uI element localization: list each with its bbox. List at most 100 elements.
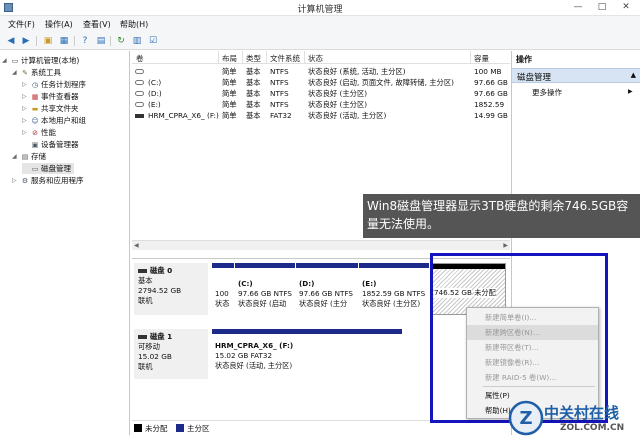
table-row[interactable]: HRM_CPRA_X6_ (F:) 简单 基本 FAT32 状态良好 (活动, …	[132, 110, 510, 121]
menu-action[interactable]: 操作(A)	[45, 19, 73, 30]
disk0-label[interactable]: 磁盘 0 基本 2794.52 GB 联机	[134, 263, 208, 315]
column-header-layout[interactable]: 布局	[222, 53, 237, 64]
actions-section-header[interactable]: 磁盘管理 ▲	[512, 68, 640, 83]
column-divider[interactable]	[266, 51, 267, 64]
forward-icon[interactable]: ▶	[20, 35, 32, 47]
collapse-icon[interactable]: ◢	[2, 57, 9, 64]
column-header-type[interactable]: 类型	[246, 53, 261, 64]
toolbar: ◀ ▶ ▣ ▦ ? ▤ ↻ ▥ ☑	[0, 32, 640, 50]
close-button[interactable]: ✕	[614, 0, 638, 14]
tree-label: 性能	[41, 128, 56, 137]
title-bar: 计算机管理 — □ ✕	[0, 0, 640, 16]
cell-layout: 简单	[222, 78, 237, 87]
expand-icon[interactable]: ▷	[22, 81, 29, 88]
menu-file[interactable]: 文件(F)	[8, 19, 35, 30]
help-icon[interactable]: ?	[79, 35, 91, 47]
tree-label: 服务和应用程序	[31, 176, 84, 185]
tree-item-shared-folders[interactable]: ▷ ▬ 共享文件夹	[22, 103, 79, 114]
watermark-sub: ZOL.COM.CN	[560, 423, 625, 433]
partition-size: 97.66 GB NTFS	[238, 289, 292, 298]
menu-view[interactable]: 查看(V)	[83, 19, 111, 30]
collapse-up-icon[interactable]: ▲	[631, 71, 636, 79]
table-row[interactable]: (E:) 简单 基本 NTFS 状态良好 (主分区) 1852.59	[132, 99, 510, 110]
more-actions-link[interactable]: 更多操作	[532, 87, 562, 98]
menu-item-new-spanned-volume[interactable]: 新建跨区卷(N)...	[467, 325, 598, 340]
menu-item-new-striped-volume[interactable]: 新建带区卷(T)...	[467, 340, 598, 355]
caption-overlay: Win8磁盘管理器显示3TB硬盘的剩余746.5GB容量无法使用。	[363, 194, 640, 238]
column-divider[interactable]	[218, 51, 219, 64]
tree-item-storage[interactable]: ◢ ▤ 存储	[12, 151, 46, 162]
partition-status: 状态良好 (主分区)	[362, 299, 421, 308]
check-icon[interactable]: ☑	[147, 35, 159, 47]
tree-item-local-users[interactable]: ▷ ☺ 本地用户和组	[22, 115, 86, 126]
partition-e[interactable]: (E:) 1852.59 GB NTFS 状态良好 (主分区)	[359, 263, 429, 315]
cell-volume: (C:)	[148, 78, 162, 87]
refresh-icon[interactable]: ↻	[115, 35, 127, 47]
expand-icon[interactable]: ▷	[22, 129, 29, 136]
partition-title: (D:)	[299, 279, 315, 288]
partition-system-reserved[interactable]: 100 状态	[212, 263, 234, 315]
tree-item-system-tools[interactable]: ◢ ✎ 系统工具	[12, 67, 61, 78]
table-row[interactable]: (D:) 简单 基本 NTFS 状态良好 (主分区) 97.66 GB	[132, 88, 510, 99]
expand-icon[interactable]: ▷	[22, 93, 29, 100]
table-row[interactable]: (C:) 简单 基本 NTFS 状态良好 (启动, 页面文件, 故障转储, 主分…	[132, 77, 510, 88]
zol-logo-icon: Z	[508, 400, 544, 436]
column-divider[interactable]	[304, 51, 305, 64]
storage-icon: ▤	[21, 152, 29, 161]
collapse-icon[interactable]: ◢	[12, 153, 19, 160]
up-folder-icon[interactable]: ▣	[42, 35, 54, 47]
cell-capacity: 14.99 GB	[474, 111, 508, 120]
usb-drive-icon	[135, 114, 144, 118]
partition-f[interactable]: HRM_CPRA_X6_ (F:) 15.02 GB FAT32 状态良好 (活…	[212, 329, 402, 379]
cell-filesystem: FAT32	[270, 111, 292, 120]
show-hide-tree-icon[interactable]: ▦	[58, 35, 70, 47]
expand-icon[interactable]: ▷	[22, 105, 29, 112]
volume-icon	[135, 91, 144, 96]
maximize-button[interactable]: □	[590, 0, 614, 14]
tree-item-root[interactable]: ◢ ▭ 计算机管理(本地)	[2, 55, 79, 66]
tree-item-event-viewer[interactable]: ▷ ▦ 事件查看器	[22, 91, 79, 102]
collapse-icon[interactable]: ◢	[12, 69, 19, 76]
column-divider[interactable]	[242, 51, 243, 64]
column-header-capacity[interactable]: 容量	[474, 53, 489, 64]
column-header-volume[interactable]: 卷	[136, 53, 144, 64]
column-header-filesystem[interactable]: 文件系统	[270, 53, 300, 64]
table-row[interactable]: 简单 基本 NTFS 状态良好 (系统, 活动, 主分区) 100 MB	[132, 66, 510, 77]
partition-status: 状态良好 (启动	[238, 299, 287, 308]
disk0-name: 磁盘 0	[150, 266, 173, 275]
tree-item-device-manager[interactable]: ▣ 设备管理器	[22, 139, 79, 150]
scroll-left-icon[interactable]: ◀	[134, 242, 139, 249]
menu-help[interactable]: 帮助(H)	[120, 19, 148, 30]
export-icon[interactable]: ▥	[131, 35, 143, 47]
tree-item-task-scheduler[interactable]: ▷ ◷ 任务计划程序	[22, 79, 86, 90]
zol-watermark: Z 中关村在线 ZOL.COM.CN	[502, 394, 640, 448]
tree-item-performance[interactable]: ▷ ⊘ 性能	[22, 127, 56, 138]
partition-d[interactable]: (D:) 97.66 GB NTFS 状态良好 (主分	[296, 263, 358, 315]
disk-management-icon: ▭	[31, 164, 39, 173]
column-divider[interactable]	[470, 51, 471, 64]
horizontal-scrollbar[interactable]: ◀ ▶	[132, 240, 510, 250]
menu-item-new-simple-volume[interactable]: 新建简单卷(I)...	[467, 310, 598, 325]
properties-icon[interactable]: ▤	[95, 35, 107, 47]
toolbar-divider	[36, 36, 37, 46]
back-icon[interactable]: ◀	[5, 35, 17, 47]
navigation-tree: ◢ ▭ 计算机管理(本地) ◢ ✎ 系统工具 ▷ ◷ 任务计划程序 ▷ ▦ 事件…	[0, 51, 130, 435]
disk1-label[interactable]: 磁盘 1 可移动 15.02 GB 联机	[134, 329, 208, 379]
tree-item-services[interactable]: ▷ ⚙ 服务和应用程序	[12, 175, 84, 186]
minimize-button[interactable]: —	[566, 0, 590, 14]
partition-c[interactable]: (C:) 97.66 GB NTFS 状态良好 (启动	[235, 263, 295, 315]
primary-partition-bar	[212, 329, 402, 334]
column-header-status[interactable]: 状态	[308, 53, 323, 64]
scroll-right-icon[interactable]: ▶	[503, 242, 508, 249]
cell-capacity: 97.66 GB	[474, 89, 508, 98]
tree-label: 计算机管理(本地)	[21, 56, 80, 65]
expand-icon[interactable]: ▷	[22, 117, 29, 124]
expand-icon[interactable]: ▷	[12, 177, 19, 184]
cell-filesystem: NTFS	[270, 100, 289, 109]
volume-icon	[135, 69, 144, 74]
tools-icon: ✎	[22, 68, 28, 77]
cell-type: 基本	[246, 111, 261, 120]
tree-item-disk-management[interactable]: ▭ 磁盘管理	[22, 163, 74, 174]
menu-item-new-raid5-volume[interactable]: 新建 RAID-5 卷(W)...	[467, 370, 598, 385]
menu-item-new-mirrored-volume[interactable]: 新建镜像卷(R)...	[467, 355, 598, 370]
